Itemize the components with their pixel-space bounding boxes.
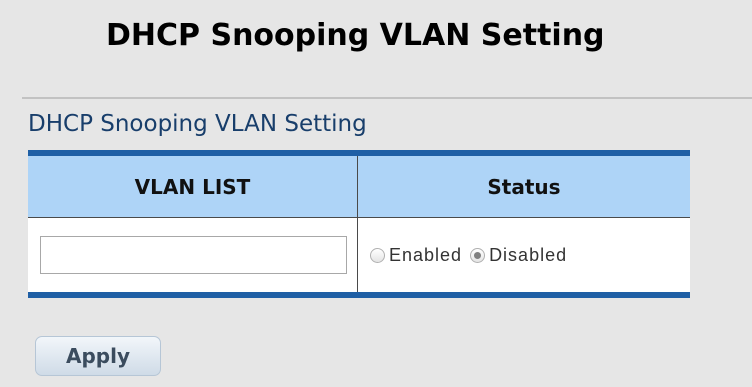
- column-header-vlan-list: VLAN LIST: [28, 156, 358, 217]
- disabled-label[interactable]: Disabled: [489, 245, 567, 266]
- enabled-label[interactable]: Enabled: [389, 245, 462, 266]
- settings-table: VLAN LIST Status Enabled Disabled: [28, 150, 690, 298]
- vlan-list-input[interactable]: [40, 236, 347, 274]
- section-title: DHCP Snooping VLAN Setting: [28, 111, 367, 137]
- title-divider: [22, 97, 752, 99]
- table-row: Enabled Disabled: [28, 218, 690, 292]
- disabled-radio[interactable]: [470, 247, 486, 263]
- vlan-list-cell: [28, 218, 358, 292]
- column-header-status: Status: [487, 174, 561, 199]
- table-header-row: VLAN LIST Status: [28, 156, 690, 218]
- enabled-radio[interactable]: [370, 247, 385, 263]
- status-cell: Enabled Disabled: [358, 218, 690, 292]
- page-title: DHCP Snooping VLAN Setting: [106, 18, 605, 53]
- apply-button[interactable]: Apply: [35, 336, 161, 376]
